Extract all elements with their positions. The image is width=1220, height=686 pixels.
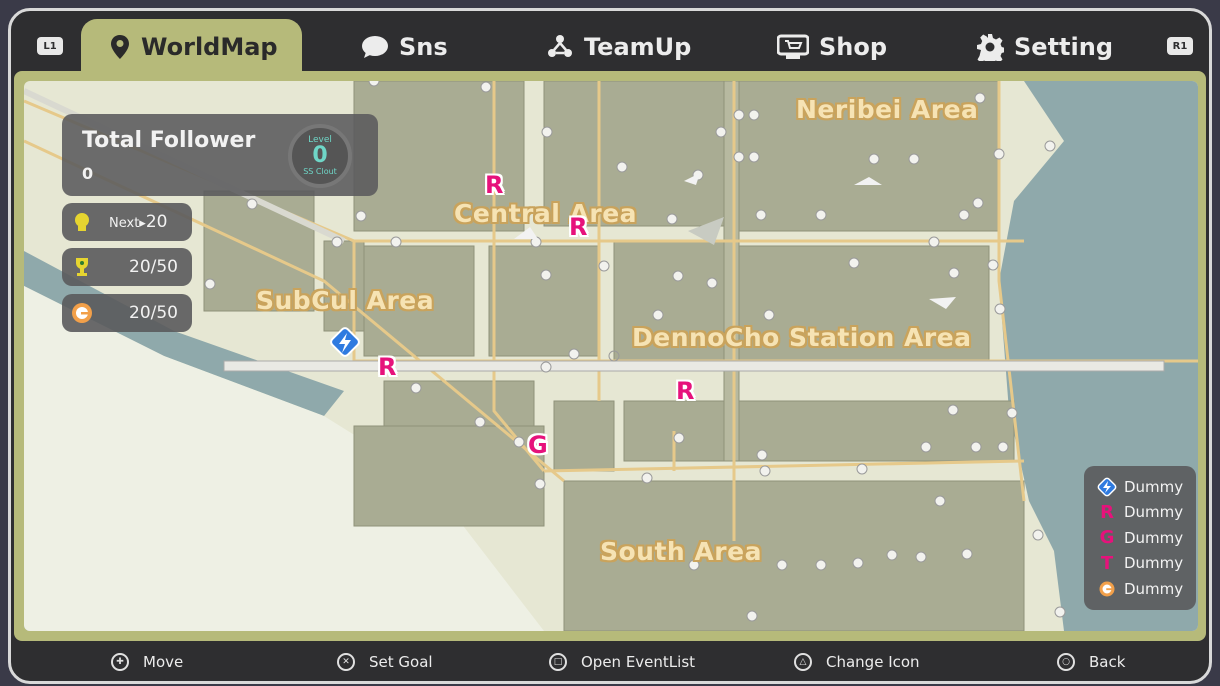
r-marker[interactable]: R [569,213,587,241]
ui-frame: L1 WorldMap Sns TeamUp Shop Setting R1 N… [8,8,1212,684]
legend-item: R Dummy [1096,500,1196,526]
hint-move-label: Move [143,653,184,671]
tab-sns-label: Sns [399,33,448,61]
hint-back-label: Back [1089,653,1126,671]
t-icon: T [1100,552,1114,574]
next-goal-text: Next▸20 [109,212,167,232]
shop-cart-icon [777,34,809,59]
trophy-stat: 20/50 [62,248,192,286]
tab-shop-label: Shop [819,33,888,61]
triangle-button-icon: △ [794,653,812,671]
follower-title: Total Follower [82,128,256,153]
hint-open-eventlist-label: Open EventList [581,653,696,671]
coin-progress: 20/50 [129,303,178,323]
rail-line [223,360,1165,372]
r-marker[interactable]: R [485,171,503,199]
tab-bar: L1 WorldMap Sns TeamUp Shop Setting R1 [11,11,1209,75]
follower-count: 0 [82,164,94,183]
tab-setting-label: Setting [1014,33,1113,61]
cross-button-icon: ✕ [337,653,355,671]
dpad-icon: ✚ [111,653,129,671]
coin-icon [72,303,92,323]
lightbulb-icon [75,213,89,231]
clout-label: SS Clout [303,167,337,176]
world-map[interactable]: Neribei Area Central Area SubCul Area De… [24,81,1198,631]
legend-label: Dummy [1124,579,1184,598]
hint-change-icon[interactable]: △ Change Icon [794,653,920,671]
area-label-dennocho: DennoCho Station Area [632,323,972,352]
hint-set-goal[interactable]: ✕ Set Goal [337,653,433,671]
tab-setting[interactable]: Setting [976,19,1113,75]
legend-label: Dummy [1124,528,1184,547]
square-button-icon: □ [549,653,567,671]
legend-item: T Dummy [1096,551,1196,577]
button-hint-bar: ✚ Move ✕ Set Goal □ Open EventList △ Cha… [11,645,1209,681]
team-icon [548,35,572,57]
legend-item: Dummy [1096,576,1196,602]
l1-shoulder-button[interactable]: L1 [37,37,63,55]
tab-worldmap-label: WorldMap [141,33,278,61]
legend-label: Dummy [1124,503,1184,522]
next-prefix: Next▸ [109,216,146,231]
tab-teamup-label: TeamUp [584,33,692,61]
hint-back[interactable]: ○ Back [1057,653,1125,671]
legend-item: Dummy [1096,474,1196,500]
map-panel: Neribei Area Central Area SubCul Area De… [14,71,1206,641]
map-legend: Dummy R Dummy G Dummy T Dummy Dummy [1084,466,1196,610]
next-value: 20 [145,212,168,232]
coin-stat: 20/50 [62,294,192,332]
map-pin-icon [111,35,129,59]
g-icon: G [1099,527,1115,549]
legend-item: G Dummy [1096,525,1196,551]
total-follower-card: Total Follower 0 Level 0 SS Clout [62,114,378,196]
area-label-subcul: SubCul Area [256,286,435,315]
circle-button-icon: ○ [1057,653,1075,671]
r-marker[interactable]: R [676,377,694,405]
level-ring: Level 0 SS Clout [288,124,352,188]
area-label-central: Central Area [454,199,638,228]
r1-shoulder-button[interactable]: R1 [1167,37,1193,55]
area-label-neribei: Neribei Area [796,95,979,124]
tab-shop[interactable]: Shop [777,19,887,75]
level-value: 0 [312,143,328,168]
tab-worldmap[interactable]: WorldMap [81,19,302,75]
g-marker[interactable]: G [528,431,548,459]
hint-change-icon-label: Change Icon [826,653,920,671]
hint-move[interactable]: ✚ Move [111,653,183,671]
hint-open-eventlist[interactable]: □ Open EventList [549,653,695,671]
trophy-progress: 20/50 [129,257,178,277]
legend-label: Dummy [1124,554,1184,573]
r-marker[interactable]: R [378,353,396,381]
trophy-icon [76,258,88,276]
next-goal-stat: Next▸20 [62,203,192,241]
legend-label: Dummy [1124,477,1184,496]
blue-flash-icon [1096,476,1118,498]
r-icon: R [1100,501,1114,523]
coin-icon [1096,578,1118,600]
gear-icon [977,34,1004,61]
tab-teamup[interactable]: TeamUp [546,19,691,75]
speech-bubble-icon [362,36,388,58]
tab-sns[interactable]: Sns [361,19,448,75]
area-label-south: South Area [600,537,762,566]
hint-set-goal-label: Set Goal [369,653,433,671]
